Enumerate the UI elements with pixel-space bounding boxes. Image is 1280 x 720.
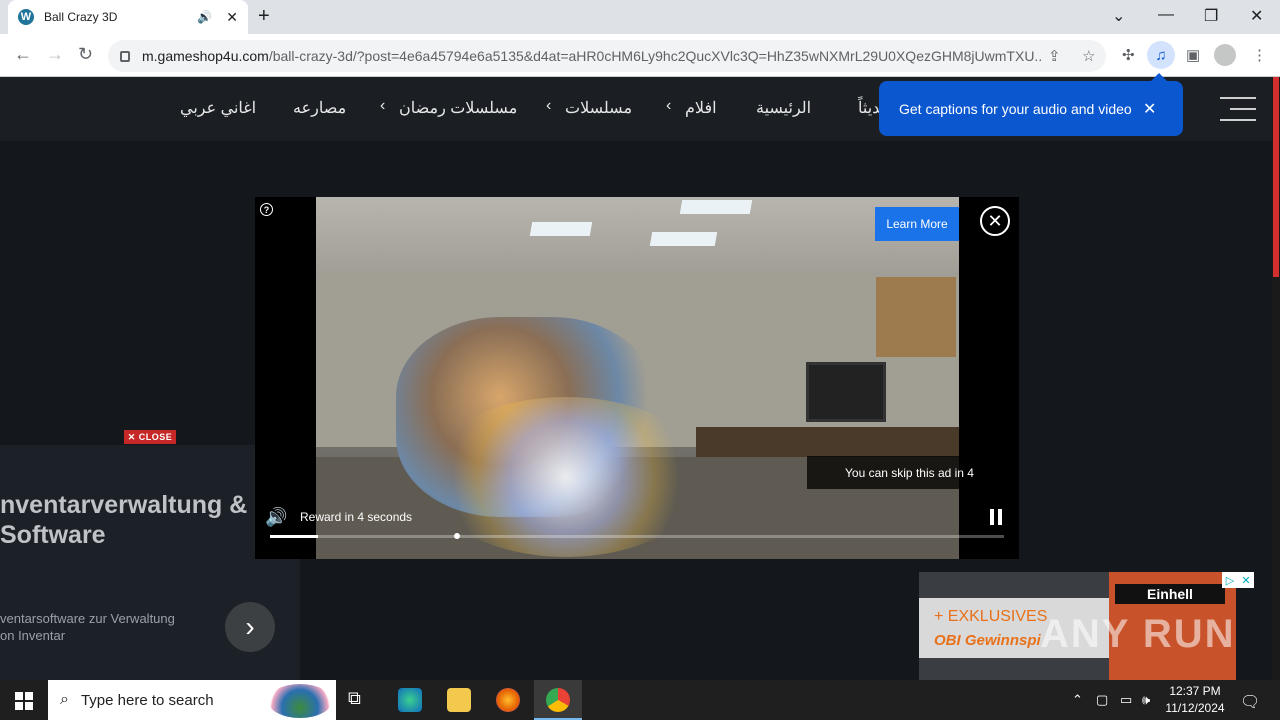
nav-home[interactable]: الرئيسية bbox=[756, 98, 811, 118]
reward-countdown: Reward in 4 seconds bbox=[300, 510, 413, 524]
lock-icon[interactable] bbox=[120, 50, 130, 62]
firefox-icon[interactable] bbox=[496, 688, 520, 712]
audio-playing-icon[interactable]: 🔊 bbox=[197, 10, 212, 24]
taskbar-clock[interactable]: 12:37 PM 11/12/2024 bbox=[1160, 683, 1230, 717]
address-bar[interactable]: m.gameshop4u.com/ball-crazy-3d/?post=4e6… bbox=[108, 40, 1106, 72]
share-icon[interactable]: ⇪ bbox=[1048, 47, 1061, 65]
hamburger-menu-icon[interactable] bbox=[1220, 97, 1256, 123]
notifications-icon[interactable]: 🗨 bbox=[1240, 692, 1260, 712]
back-button[interactable]: ← bbox=[14, 44, 32, 65]
media-controls-icon[interactable]: ♫ bbox=[1147, 41, 1175, 69]
skip-ad-countdown: You can skip this ad in 4 bbox=[807, 456, 1019, 489]
ad-line-2: OBI Gewinnspi bbox=[934, 632, 1041, 649]
anyrun-watermark: ANY RUN bbox=[1040, 612, 1236, 656]
close-tab-icon[interactable]: ✕ bbox=[226, 9, 238, 26]
profile-avatar[interactable] bbox=[1214, 44, 1236, 66]
minimize-button[interactable]: — bbox=[1158, 6, 1174, 24]
ad-line-1: + EXKLUSIVES bbox=[934, 608, 1048, 625]
ad-subtext: ventarsoftware zur Verwaltung on Inventa… bbox=[0, 611, 175, 643]
windows-start-icon[interactable] bbox=[15, 692, 33, 710]
tab-strip: W Ball Crazy 3D 🔊 ✕ + ⌄ — ❐ ✕ bbox=[0, 0, 1280, 34]
ad-close-button[interactable]: ✕ CLOSE bbox=[124, 430, 176, 444]
bookmark-star-icon[interactable]: ☆ bbox=[1082, 47, 1095, 65]
browser-tab[interactable]: W Ball Crazy 3D 🔊 ✕ bbox=[8, 0, 248, 34]
einhell-logo: Einhell bbox=[1115, 584, 1225, 604]
wordpress-favicon-icon: W bbox=[18, 9, 34, 25]
extensions-icon[interactable]: ✣ bbox=[1122, 46, 1135, 64]
file-explorer-icon[interactable] bbox=[447, 688, 471, 712]
close-window-button[interactable]: ✕ bbox=[1250, 6, 1263, 26]
nav-movies[interactable]: افلام bbox=[685, 98, 717, 118]
menu-kebab-icon[interactable]: ⋮ bbox=[1252, 46, 1267, 64]
side-panel-icon[interactable]: ▣ bbox=[1186, 46, 1200, 64]
ad-next-arrow-icon[interactable]: › bbox=[225, 602, 275, 652]
windows-taskbar: ⌕ Type here to search ⧉ ⌃ ▢ ▭ 🕪 12:37 PM… bbox=[0, 680, 1280, 720]
chrome-icon bbox=[546, 688, 570, 712]
caption-popup-text: Get captions for your audio and video bbox=[899, 100, 1132, 117]
search-icon: ⌕ bbox=[60, 691, 69, 708]
tray-overflow-icon[interactable]: ⌃ bbox=[1072, 692, 1083, 708]
video-frame bbox=[316, 197, 959, 559]
search-highlight-icon bbox=[268, 684, 332, 718]
tab-title: Ball Crazy 3D bbox=[44, 10, 118, 24]
edge-icon[interactable] bbox=[398, 688, 422, 712]
ad-info-icon[interactable]: ? bbox=[260, 203, 273, 216]
forward-button[interactable]: → bbox=[46, 44, 64, 65]
nav-series[interactable]: مسلسلات bbox=[565, 98, 632, 118]
volume-icon[interactable]: 🔊 bbox=[265, 507, 287, 528]
chrome-taskbar-button[interactable] bbox=[534, 680, 582, 720]
scrollbar-thumb[interactable] bbox=[1273, 77, 1279, 277]
pause-icon[interactable] bbox=[990, 509, 1004, 525]
taskbar-search-box[interactable]: ⌕ Type here to search bbox=[48, 680, 336, 720]
nav-arabic-songs[interactable]: اغاني عربي bbox=[180, 98, 256, 118]
tab-search-icon[interactable]: ⌄ bbox=[1112, 6, 1125, 26]
ad-choices-icon[interactable]: ▷ ✕ bbox=[1222, 572, 1254, 588]
ad-headline: nventarverwaltung & Software bbox=[0, 491, 248, 549]
chevron-left-icon: ‹ bbox=[546, 97, 552, 114]
video-ad-player[interactable]: ? Learn More ✕ You can skip this ad in 4… bbox=[255, 197, 1019, 559]
chevron-left-icon: ‹ bbox=[380, 97, 386, 114]
close-ad-icon[interactable]: ✕ bbox=[980, 206, 1010, 236]
tray-device-icon[interactable]: ▢ bbox=[1096, 692, 1108, 708]
reload-button[interactable]: ↻ bbox=[78, 44, 93, 65]
network-icon[interactable]: ▭ bbox=[1120, 692, 1132, 708]
close-popup-icon[interactable]: ✕ bbox=[1143, 99, 1156, 119]
speaker-icon[interactable]: 🕪 bbox=[1142, 692, 1150, 708]
search-placeholder: Type here to search bbox=[80, 691, 214, 709]
video-progress-bar[interactable] bbox=[270, 533, 1004, 539]
browser-toolbar: ← → ↻ m.gameshop4u.com/ball-crazy-3d/?po… bbox=[0, 34, 1280, 77]
task-view-icon[interactable]: ⧉ bbox=[348, 688, 372, 712]
learn-more-button[interactable]: Learn More bbox=[875, 207, 959, 241]
nav-wrestling[interactable]: مصارعه bbox=[293, 98, 346, 118]
restore-button[interactable]: ❐ bbox=[1204, 6, 1218, 26]
chevron-left-icon: ‹ bbox=[666, 97, 672, 114]
nav-ramadan-series[interactable]: مسلسلات رمضان bbox=[399, 98, 517, 118]
new-tab-button[interactable]: + bbox=[258, 5, 270, 28]
live-caption-popup: Get captions for your audio and video ✕ bbox=[879, 73, 1183, 136]
url-text: m.gameshop4u.com/ball-crazy-3d/?post=4e6… bbox=[142, 48, 1042, 64]
progress-fill bbox=[270, 535, 318, 538]
